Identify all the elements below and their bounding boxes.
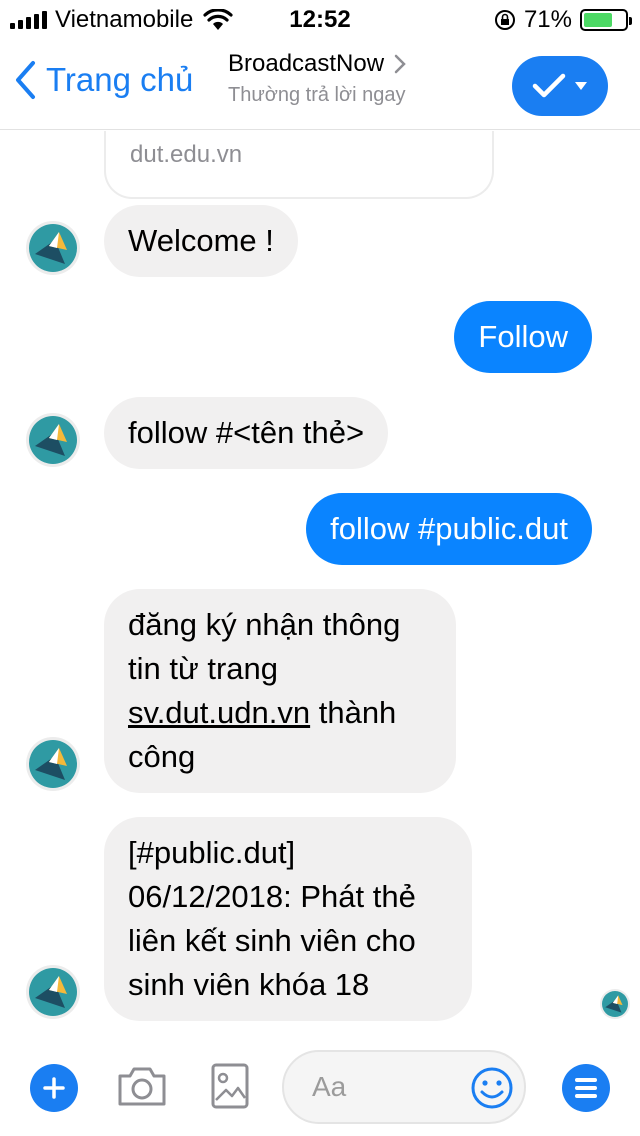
back-button[interactable]: Trang chủ — [14, 60, 193, 100]
camera-button[interactable] — [116, 1064, 168, 1113]
message-line-rest: thành — [310, 695, 397, 730]
status-right: 71% — [494, 6, 632, 34]
message-text: follow #<tên thẻ> — [128, 415, 365, 450]
conversation-header: Trang chủ BroadcastNow Thường trả lời ng… — [0, 40, 640, 130]
message-text: Follow — [478, 319, 568, 354]
bot-avatar-icon — [29, 740, 77, 788]
bot-avatar-icon — [602, 991, 628, 1017]
back-chevron-icon — [16, 61, 35, 99]
bot-avatar[interactable] — [26, 221, 80, 275]
emoji-icon — [471, 1067, 513, 1109]
chevron-right-icon — [394, 54, 406, 74]
message-composer — [0, 1040, 640, 1136]
message-line: tin từ trang — [128, 651, 278, 686]
message-bubble-incoming[interactable]: Welcome ! — [104, 205, 298, 277]
link-preview-card[interactable]: dut.edu.vn — [104, 131, 494, 199]
more-actions-button[interactable] — [30, 1064, 78, 1112]
message-line: đăng ký nhận thông — [128, 607, 401, 642]
message-line: liên kết sinh viên cho — [128, 923, 416, 958]
bot-avatar-icon — [29, 416, 77, 464]
message-line: [#public.dut] — [128, 835, 296, 870]
message-bubble-incoming[interactable]: [#public.dut] 06/12/2018: Phát thẻ liên … — [104, 817, 472, 1021]
message-line: 06/12/2018: Phát thẻ — [128, 879, 416, 914]
status-bar: Vietnamobile 12:52 71% — [0, 0, 640, 40]
persistent-menu-button[interactable] — [562, 1064, 610, 1112]
bot-avatar[interactable] — [26, 413, 80, 467]
gallery-button[interactable] — [210, 1062, 250, 1115]
message-line: sinh viên khóa 18 — [128, 967, 370, 1002]
bot-avatar-icon — [29, 968, 77, 1016]
bot-avatar[interactable] — [26, 965, 80, 1019]
plus-icon — [43, 1077, 65, 1099]
message-input[interactable] — [312, 1066, 472, 1108]
caret-down-icon — [575, 82, 587, 90]
message-bubble-outgoing[interactable]: follow #public.dut — [306, 493, 592, 565]
message-list[interactable]: dut.edu.vn Welcome ! Follow follow #<tên… — [0, 131, 640, 1035]
message-bubble-incoming[interactable]: follow #<tên thẻ> — [104, 397, 389, 469]
message-bubble-incoming[interactable]: đăng ký nhận thông tin từ trang sv.dut.u… — [104, 589, 456, 793]
message-line: công — [128, 739, 196, 774]
contact-info[interactable]: BroadcastNow Thường trả lời ngay — [228, 50, 406, 107]
lock-rotation-icon — [494, 10, 515, 30]
contact-name: BroadcastNow — [228, 50, 385, 77]
check-icon — [532, 73, 566, 98]
seen-avatar — [600, 989, 630, 1019]
back-label: Trang chủ — [46, 61, 194, 98]
subscribe-toggle-button[interactable] — [512, 56, 608, 116]
menu-icon — [575, 1078, 597, 1082]
battery-icon — [580, 9, 632, 31]
message-text: Welcome ! — [128, 223, 274, 258]
message-link[interactable]: sv.dut.udn.vn — [128, 695, 310, 730]
message-bubble-outgoing[interactable]: Follow — [454, 301, 592, 373]
contact-status: Thường trả lời ngay — [228, 84, 406, 106]
bot-avatar[interactable] — [26, 737, 80, 791]
image-icon — [211, 1063, 249, 1109]
link-domain: dut.edu.vn — [130, 141, 243, 168]
bot-avatar-icon — [29, 224, 77, 272]
message-input-wrapper — [282, 1050, 526, 1124]
message-text: follow #public.dut — [330, 511, 568, 546]
camera-icon — [118, 1067, 166, 1106]
emoji-button[interactable] — [470, 1066, 514, 1115]
message-line: sv.dut.udn.vn thành — [128, 691, 432, 735]
battery-percent: 71% — [523, 6, 572, 33]
